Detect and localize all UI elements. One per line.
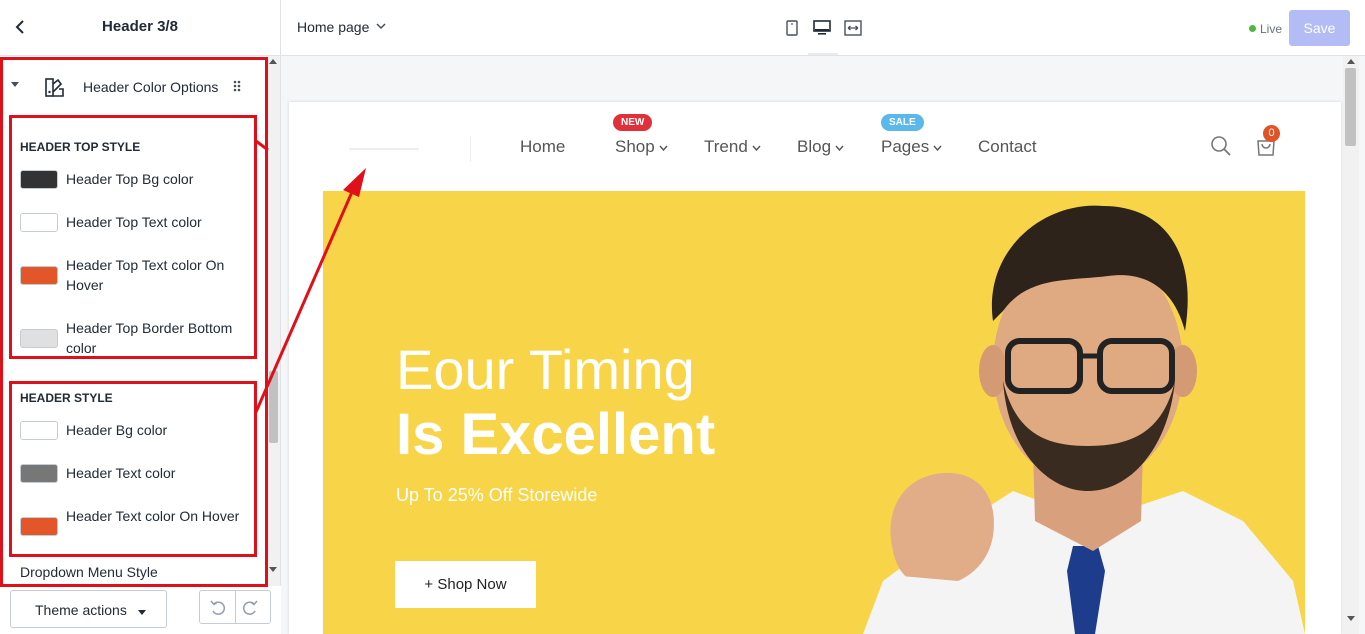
sidebar-scroll-thumb[interactable] (269, 371, 278, 443)
mobile-view-icon[interactable] (782, 18, 802, 38)
section-header-color-options[interactable]: Header Color Options (0, 68, 262, 104)
undo-redo-divider (235, 591, 236, 623)
swatch-header-text-hover[interactable] (20, 517, 58, 536)
nav-item-blog[interactable]: Blog (797, 137, 844, 157)
preview-scroll-thumb[interactable] (1345, 68, 1356, 146)
collapse-caret-icon[interactable] (11, 82, 19, 87)
sidebar-footer: Theme actions (0, 586, 281, 634)
hero-subtitle: Up To 25% Off Storewide (396, 485, 598, 505)
group-heading-header-style: HEADER STYLE (20, 391, 113, 405)
redo-icon[interactable] (240, 598, 260, 618)
nav-item-contact[interactable]: Contact (978, 137, 1037, 157)
swatch-header-top-bg[interactable] (20, 170, 58, 189)
nav-item-shop[interactable]: Shop (615, 137, 668, 157)
chevron-down-icon (933, 145, 942, 151)
swatch-header-top-border-bottom[interactable] (20, 329, 58, 348)
scroll-down-arrow-icon[interactable] (269, 567, 277, 572)
scroll-up-arrow-icon[interactable] (1347, 59, 1355, 64)
undo-redo-group (199, 590, 271, 624)
sidebar-settings-panel: Header Color Options HEADER TOP STYLE He… (0, 56, 281, 586)
cart-count-badge: 0 (1263, 125, 1280, 142)
option-label-header-top-text: Header Top Text color (66, 214, 202, 230)
option-label-header-top-text-hover: Header Top Text color On Hover (66, 257, 225, 293)
section-label: Header Color Options (83, 79, 219, 95)
color-palette-icon (45, 78, 64, 97)
logo-divider (470, 136, 471, 162)
desktop-view-icon[interactable] (812, 18, 832, 38)
option-label-header-bg: Header Bg color (66, 422, 168, 438)
option-label-header-top-border-bottom: Header Top Border Bottom color (66, 320, 233, 356)
store-logo[interactable] (349, 148, 419, 150)
sale-badge: SALE (881, 114, 924, 131)
sidebar-header: Header 3/8 (0, 0, 280, 56)
theme-actions-button[interactable]: Theme actions (10, 590, 167, 628)
chevron-down-icon[interactable] (376, 22, 386, 30)
shop-now-button[interactable]: + Shop Now (395, 561, 536, 608)
sidebar-scrollbar[interactable] (266, 56, 280, 586)
chevron-down-icon (835, 145, 844, 151)
option-label-header-text-hover: Header Text color On Hover (66, 508, 240, 524)
active-view-indicator (808, 53, 838, 55)
store-preview-frame: Home NEW Shop Trend Blog SALE Pages Cont… (289, 102, 1341, 634)
swatch-header-top-text[interactable] (20, 213, 58, 232)
option-label-header-top-bg: Header Top Bg color (66, 171, 194, 187)
new-badge: NEW (613, 114, 653, 131)
sidebar-title: Header 3/8 (102, 18, 178, 35)
swatch-header-text[interactable] (20, 464, 58, 483)
store-preview-area: Home NEW Shop Trend Blog SALE Pages Cont… (281, 56, 1365, 634)
save-button[interactable]: Save (1289, 10, 1350, 46)
group-heading-header-top-style: HEADER TOP STYLE (20, 140, 141, 154)
nav-item-pages[interactable]: Pages (881, 137, 942, 157)
live-status-dot (1249, 25, 1256, 32)
theme-actions-label: Theme actions (35, 602, 127, 618)
option-label-header-text: Header Text color (66, 465, 176, 481)
scroll-down-arrow-icon[interactable] (1347, 616, 1355, 621)
scroll-up-arrow-icon[interactable] (269, 59, 277, 64)
nav-item-trend[interactable]: Trend (704, 137, 761, 157)
hero-banner: Eour Timing Is Excellent Up To 25% Off S… (323, 191, 1305, 634)
chevron-down-icon (752, 145, 761, 151)
caret-down-icon (138, 610, 146, 615)
theme-editor-sidebar: Header 3/8 Header Color Options HEADER T… (0, 0, 281, 634)
search-icon[interactable] (1210, 135, 1232, 157)
swatch-header-top-text-hover[interactable] (20, 266, 58, 285)
hero-title-line2: Is Excellent (396, 402, 716, 467)
hero-title-line1: Eour Timing (396, 338, 695, 401)
swatch-header-bg[interactable] (20, 421, 58, 440)
live-status-text: Live (1260, 22, 1283, 36)
hero-person-image (863, 205, 1305, 634)
section-dropdown-menu-style[interactable]: Dropdown Menu Style (20, 564, 158, 580)
chevron-down-icon (659, 145, 668, 151)
nav-item-home[interactable]: Home (520, 137, 565, 157)
full-width-view-icon[interactable] (843, 18, 863, 38)
drag-handle-icon[interactable] (233, 80, 241, 92)
page-selector[interactable]: Home page (297, 19, 369, 35)
editor-topbar: Home page Live Save (281, 0, 1365, 56)
undo-icon[interactable] (208, 598, 228, 618)
